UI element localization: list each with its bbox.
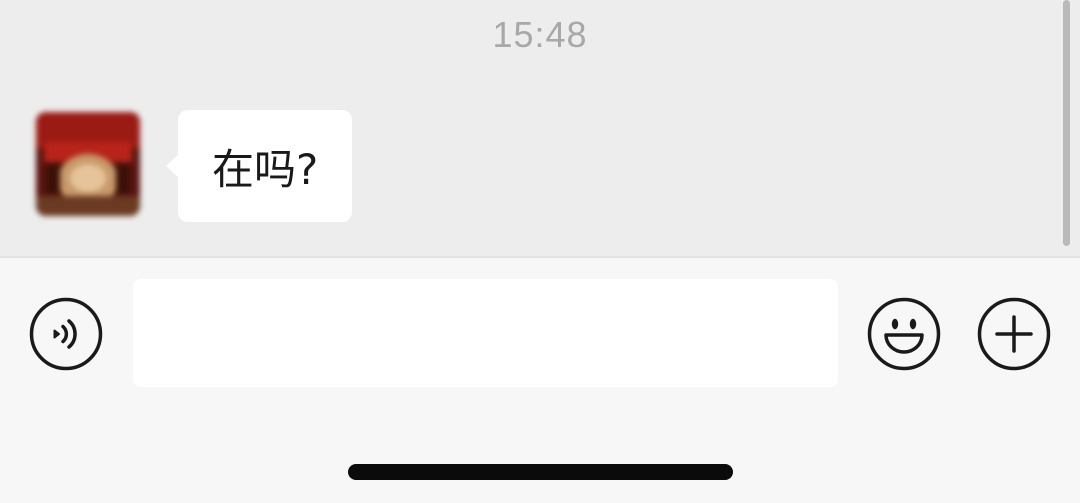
bubble-tail xyxy=(166,154,179,178)
contact-avatar[interactable] xyxy=(36,112,140,216)
message-list[interactable]: 15:48 在吗? xyxy=(0,0,1080,256)
emoji-button[interactable] xyxy=(867,297,941,371)
message-timestamp: 15:48 xyxy=(492,14,588,55)
plus-icon xyxy=(977,297,1051,371)
message-text: 在吗? xyxy=(212,144,319,194)
message-input[interactable] xyxy=(133,279,838,387)
home-indicator[interactable] xyxy=(348,464,733,480)
incoming-message-bubble[interactable]: 在吗? xyxy=(166,110,353,222)
voice-input-button[interactable] xyxy=(29,297,103,371)
more-options-button[interactable] xyxy=(977,297,1051,371)
scrollbar[interactable] xyxy=(1063,0,1070,246)
emoji-icon xyxy=(867,297,941,371)
chat-screen: 15:48 在吗? xyxy=(0,0,1080,503)
voice-input-icon xyxy=(29,297,103,371)
